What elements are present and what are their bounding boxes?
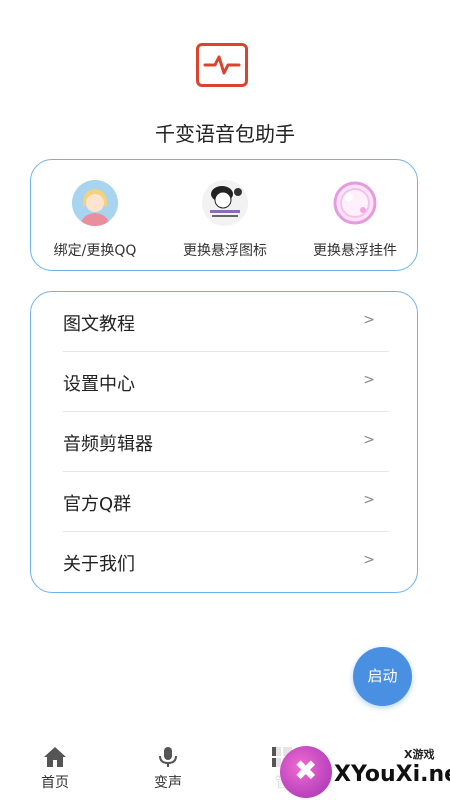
app-logo-icon (196, 43, 248, 87)
quick-actions-card: 绑定/更换QQ 更换悬浮图标 更换悬浮挂件 (30, 159, 418, 271)
bind-qq-button[interactable]: 绑定/更换QQ (30, 180, 160, 260)
bubble-pendant-icon (332, 180, 378, 226)
quick-action-label: 绑定/更换QQ (53, 243, 137, 259)
watermark: ✖ X游戏 XYouXi.net (276, 740, 450, 800)
menu-item-about[interactable]: 关于我们 > (63, 532, 389, 592)
menu-item-audio-editor[interactable]: 音频剪辑器 > (63, 412, 389, 472)
menu-item-label: 图文教程 (63, 314, 135, 335)
tab-home[interactable]: 首页 (25, 746, 85, 792)
watermark-small-text: X游戏 (404, 748, 435, 761)
menu-item-tutorial[interactable]: 图文教程 > (63, 292, 389, 352)
change-float-icon-button[interactable]: 更换悬浮图标 (160, 180, 290, 260)
menu-item-label: 设置中心 (63, 374, 135, 395)
chevron-right-icon: > (363, 312, 375, 328)
meme-avatar-icon (202, 180, 248, 226)
menu-item-settings[interactable]: 设置中心 > (63, 352, 389, 412)
change-pendant-button[interactable]: 更换悬浮挂件 (290, 180, 420, 260)
menu-item-label: 关于我们 (63, 554, 135, 575)
menu-item-label: 官方Q群 (63, 494, 132, 515)
chevron-right-icon: > (363, 552, 375, 568)
tab-voice-change[interactable]: 变声 (138, 746, 198, 792)
chevron-right-icon: > (363, 432, 375, 448)
menu-item-qq-group[interactable]: 官方Q群 > (63, 472, 389, 532)
start-button[interactable]: 启动 (353, 647, 412, 706)
quick-action-label: 更换悬浮挂件 (313, 243, 397, 259)
menu-card: 图文教程 > 设置中心 > 音频剪辑器 > 官方Q群 > 关于我们 > (30, 291, 418, 593)
app-title: 千变语音包助手 (155, 122, 295, 146)
tab-label: 变声 (154, 775, 182, 791)
quick-action-label: 更换悬浮图标 (183, 243, 267, 259)
watermark-text: XYouXi.net (334, 762, 450, 787)
menu-item-label: 音频剪辑器 (63, 434, 153, 455)
microphone-icon (159, 747, 177, 767)
avatar-girl-icon (72, 180, 118, 226)
chevron-right-icon: > (363, 492, 375, 508)
home-icon (44, 747, 66, 767)
watermark-logo-icon: ✖ (280, 746, 332, 798)
chevron-right-icon: > (363, 372, 375, 388)
tab-label: 首页 (41, 775, 69, 791)
